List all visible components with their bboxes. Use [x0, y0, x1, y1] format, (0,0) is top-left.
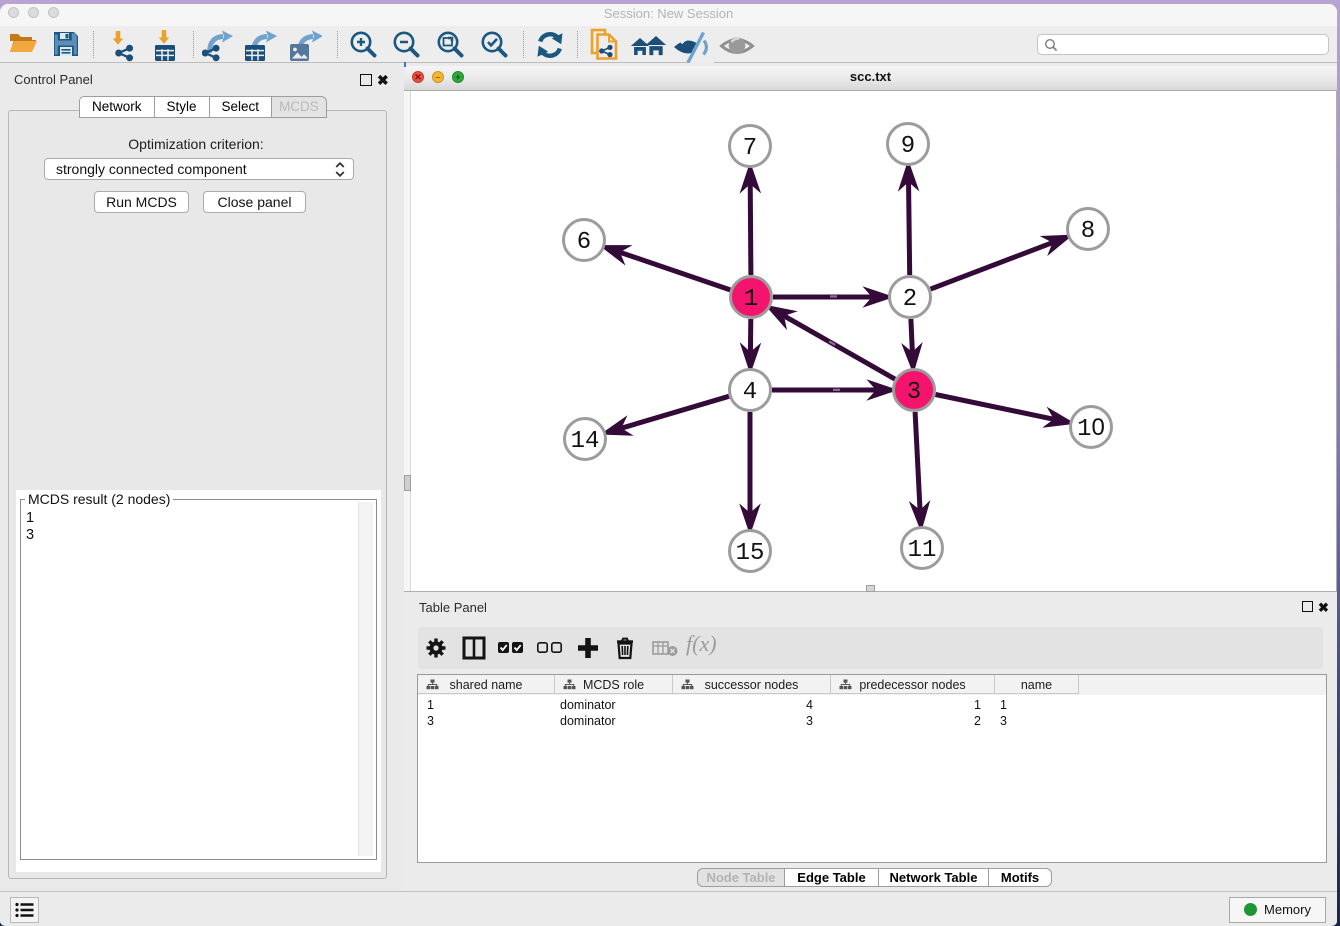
svg-text:6: 6 — [577, 229, 591, 256]
svg-text:7: 7 — [743, 135, 757, 162]
svg-text:8: 8 — [1081, 218, 1095, 245]
svg-text:10: 10 — [1077, 414, 1105, 443]
svg-text:4: 4 — [743, 379, 757, 406]
svg-text:1: 1 — [744, 286, 758, 313]
svg-text:11: 11 — [908, 537, 937, 564]
svg-text:15: 15 — [736, 540, 765, 567]
svg-text:9: 9 — [901, 133, 915, 160]
svg-text:3: 3 — [907, 379, 921, 406]
svg-text:2: 2 — [903, 286, 917, 313]
svg-text:14: 14 — [571, 428, 600, 455]
